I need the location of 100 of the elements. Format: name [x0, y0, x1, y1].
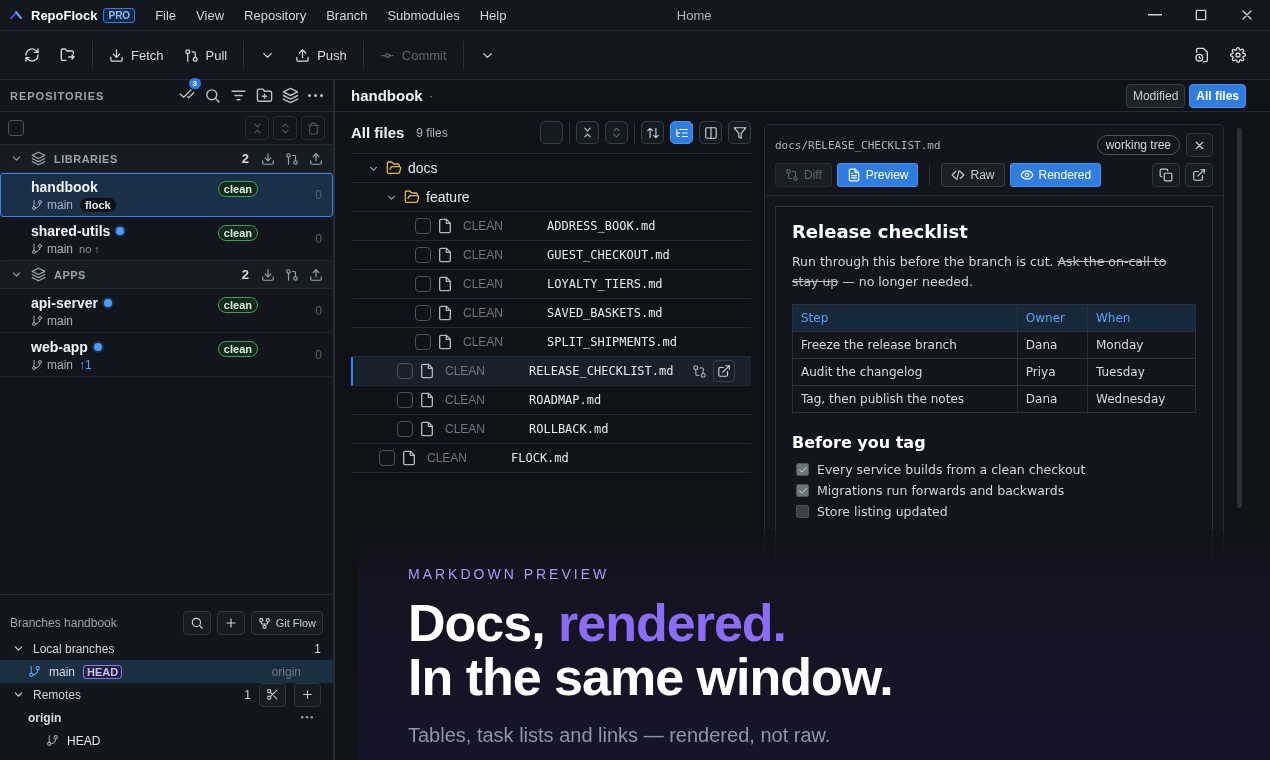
checkbox[interactable]: [415, 305, 431, 321]
file-status: CLEAN: [463, 219, 504, 233]
download-icon: [261, 151, 275, 166]
file-row[interactable]: CLEAN FLOCK.md: [351, 444, 751, 473]
layers-button[interactable]: [282, 87, 299, 104]
checkbox[interactable]: [415, 276, 431, 292]
format-tab[interactable]: Raw: [941, 163, 1005, 187]
select-all-checkbox[interactable]: [8, 120, 24, 136]
git-flow-button[interactable]: Git Flow: [250, 611, 323, 635]
filter-toggle[interactable]: Modified: [1125, 83, 1186, 108]
file-row[interactable]: CLEAN SAVED_BASKETS.md: [351, 299, 751, 328]
task-checkbox[interactable]: [796, 463, 809, 476]
push-button[interactable]: [309, 267, 323, 282]
file-name: FLOCK.md: [511, 451, 569, 465]
repo-name: handbook: [31, 178, 98, 195]
repo-item[interactable]: web-app main ↑1 clean 0: [0, 333, 333, 377]
pull-button[interactable]: Pull: [175, 39, 236, 71]
upload-icon: [309, 151, 323, 166]
file-row[interactable]: CLEAN LOYALTY_TIERS.md: [351, 270, 751, 299]
format-tab[interactable]: Rendered: [1009, 163, 1102, 187]
open-external-button[interactable]: [712, 360, 735, 382]
file-status: CLEAN: [445, 422, 486, 436]
copy-icon: [1159, 168, 1173, 182]
fetch-button[interactable]: Fetch: [101, 39, 172, 71]
folder-icon: [60, 47, 76, 63]
window-title: Home: [675, 7, 713, 23]
task-checkbox[interactable]: [796, 505, 809, 518]
search-button[interactable]: [204, 87, 221, 104]
add-remote-button[interactable]: [294, 682, 321, 707]
status-badge: clean: [217, 341, 258, 357]
file-status: CLEAN: [463, 248, 504, 262]
menu-item[interactable]: Branch: [316, 0, 378, 31]
pull-button[interactable]: [285, 267, 299, 282]
checkbox[interactable]: [415, 334, 431, 350]
filter-button[interactable]: [728, 121, 751, 144]
branch-icon: [31, 358, 43, 371]
search-button[interactable]: [182, 611, 211, 635]
collapse-button[interactable]: [576, 121, 599, 144]
search-icon: [189, 616, 204, 630]
upstream-name: origin: [271, 664, 301, 679]
file-icon: [437, 247, 453, 263]
tree-view-button[interactable]: [670, 121, 693, 144]
task-checkbox[interactable]: [796, 484, 809, 497]
local-branch-row[interactable]: main HEAD origin: [0, 660, 333, 683]
maximize-icon: [1193, 7, 1209, 23]
file-status: CLEAN: [445, 393, 486, 407]
table-cell: Tuesday: [1087, 358, 1196, 386]
fetch-button[interactable]: [261, 151, 275, 166]
more-button[interactable]: [301, 716, 313, 719]
fetch-button[interactable]: [261, 267, 275, 282]
prune-button[interactable]: [259, 682, 286, 707]
folder-name[interactable]: docs: [408, 160, 438, 176]
push-button[interactable]: Push: [287, 39, 355, 71]
more-button[interactable]: [308, 94, 323, 97]
repo-name: web-app: [31, 338, 88, 355]
section-title: REPOSITORIES: [10, 89, 106, 102]
plus-icon: [301, 688, 314, 701]
file-row[interactable]: CLEAN ADDRESS_BOOK.md: [351, 212, 751, 241]
checkbox[interactable]: [379, 450, 395, 466]
upload-icon: [309, 267, 323, 282]
upload-icon: [295, 47, 311, 63]
mode-tab[interactable]: Preview: [836, 163, 919, 187]
file-row[interactable]: CLEAN RELEASE_CHECKLIST.md: [351, 357, 751, 386]
plan-badge: PRO: [103, 7, 136, 23]
file-path: docs/RELEASE_CHECKLIST.md: [775, 138, 942, 152]
copy-button[interactable]: [1152, 163, 1180, 187]
pull-button[interactable]: [285, 151, 299, 166]
file-row[interactable]: CLEAN ROLLBACK.md: [351, 415, 751, 444]
download-icon: [109, 47, 124, 63]
checkbox[interactable]: [397, 363, 413, 379]
menu-item[interactable]: Repository: [234, 0, 317, 31]
add-button[interactable]: [216, 611, 245, 635]
file-icon: [419, 392, 435, 408]
push-button[interactable]: [309, 151, 323, 166]
branch-icon: [31, 242, 43, 255]
close-button[interactable]: [1186, 133, 1213, 157]
checkbox[interactable]: [415, 218, 431, 234]
menu-item[interactable]: Help: [469, 0, 517, 31]
open-external-button[interactable]: [1185, 163, 1213, 187]
repo-item[interactable]: api-server main clean 0: [0, 289, 333, 333]
file-row[interactable]: CLEAN GUEST_CHECKOUT.md: [351, 241, 751, 270]
add-folder-button[interactable]: [256, 87, 273, 104]
checkbox[interactable]: [415, 247, 431, 263]
repo-item[interactable]: handbook main flock clean 0: [0, 173, 333, 217]
branch-name: main: [47, 241, 73, 256]
checkbox[interactable]: [397, 421, 413, 437]
split-view-button[interactable]: [699, 121, 722, 144]
branch-icon: [28, 665, 41, 678]
file-name: ROADMAP.md: [529, 393, 602, 407]
file-row[interactable]: CLEAN ROADMAP.md: [351, 386, 751, 415]
menu-item[interactable]: File: [145, 0, 187, 31]
checkbox[interactable]: [397, 392, 413, 408]
filter-toggle[interactable]: All files: [1189, 83, 1246, 108]
menu-item[interactable]: View: [186, 0, 235, 31]
select-checkbox[interactable]: [540, 121, 563, 144]
menu-item[interactable]: Submodules: [377, 0, 470, 31]
sort-button[interactable]: [641, 121, 664, 144]
scrollbar[interactable]: [1237, 128, 1242, 508]
layers-icon: [31, 267, 46, 282]
folder-name[interactable]: feature: [426, 189, 470, 205]
